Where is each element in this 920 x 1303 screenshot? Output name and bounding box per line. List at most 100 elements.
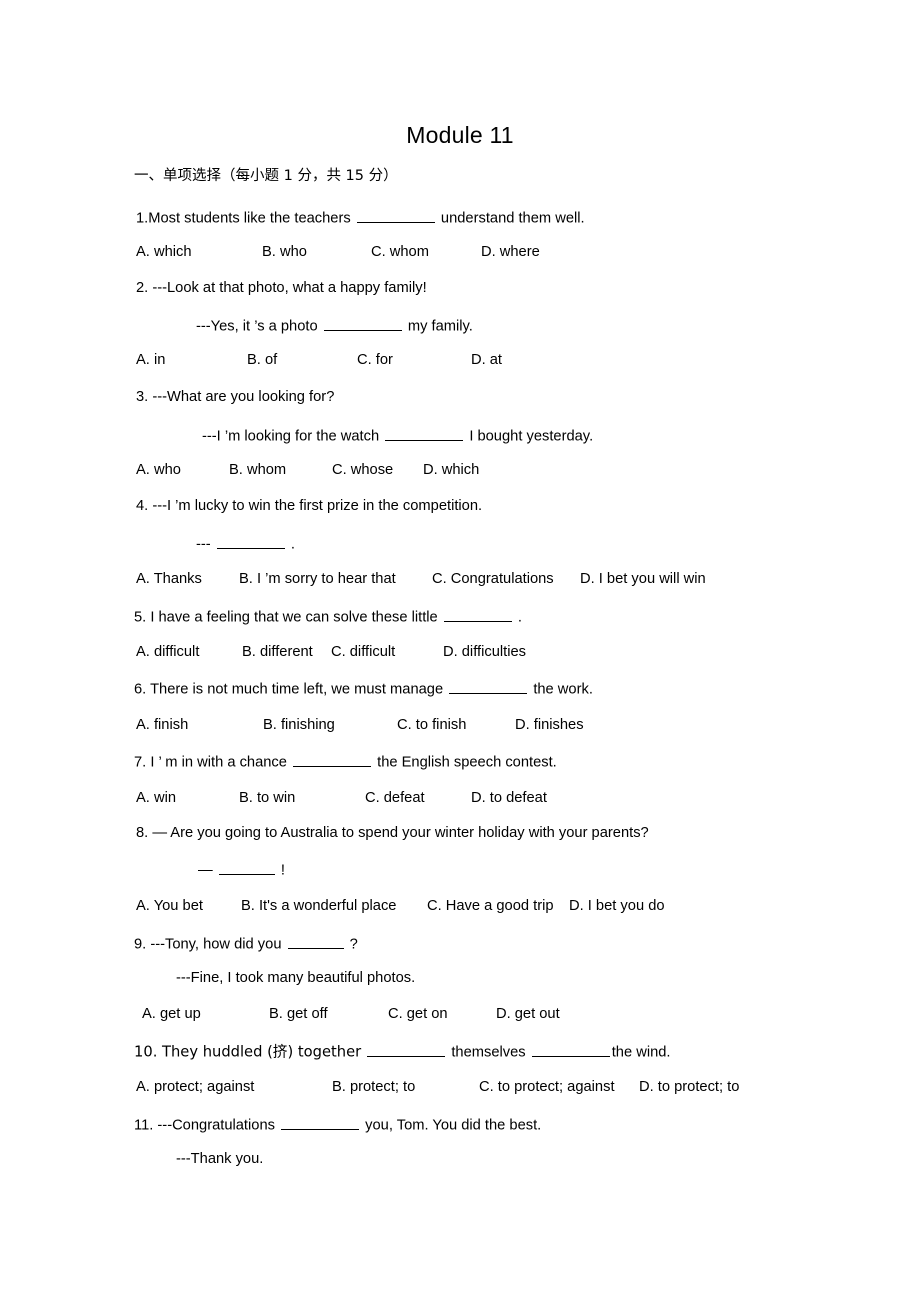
answer-blank[interactable]	[367, 1042, 446, 1057]
question-8-reply-pre: —	[198, 862, 213, 879]
option-b[interactable]: B. to win	[239, 790, 365, 808]
question-2-stem: 2. ---Look at that photo, what a happy f…	[136, 280, 427, 298]
question-8-stem: 8. — Are you going to Australia to spend…	[136, 825, 649, 843]
option-a[interactable]: A. difficult	[136, 644, 242, 662]
question-8-options: A. You bet B. It's a wonderful place C. Ha…	[136, 898, 665, 916]
question-3-stem-pre: 3. ---What are you looking for?	[136, 389, 335, 405]
option-d[interactable]: D. difficulties	[443, 644, 526, 662]
page-title: Module 11	[406, 122, 514, 148]
option-a[interactable]: A. finish	[136, 717, 263, 735]
option-a[interactable]: A. protect; against	[136, 1079, 332, 1097]
question-7-options: A. win B. to win C. defeat D. to defeat	[136, 790, 547, 808]
question-1-stem-pre: 1.Most students like the teachers	[136, 210, 351, 227]
option-d[interactable]: D. where	[481, 244, 540, 262]
option-a[interactable]: A. You bet	[136, 898, 241, 916]
question-5-stem: 5. I have a feeling that we can solve th…	[134, 607, 522, 627]
option-c[interactable]: C. Have a good trip	[427, 898, 569, 916]
question-4-options: A. Thanks B. I ’m sorry to hear that C. Co…	[136, 571, 706, 589]
question-3-reply: ---I ’m looking for the watch I bought y…	[202, 426, 593, 446]
question-11-reply: ---Thank you.	[176, 1151, 263, 1169]
option-d[interactable]: D. get out	[496, 1006, 560, 1024]
option-c[interactable]: C. for	[357, 352, 471, 370]
answer-blank[interactable]	[287, 934, 344, 949]
option-b[interactable]: B. of	[247, 352, 357, 370]
option-a[interactable]: A. Thanks	[136, 571, 239, 589]
option-a[interactable]: A. who	[136, 462, 229, 480]
answer-blank[interactable]	[281, 1115, 360, 1130]
question-9-stem: 9. ---Tony, how did you ?	[134, 934, 358, 954]
option-c[interactable]: C. to protect; against	[479, 1079, 639, 1097]
question-2-reply-post: my family.	[407, 318, 473, 335]
answer-blank[interactable]	[356, 208, 435, 223]
option-c[interactable]: C. get on	[388, 1006, 496, 1024]
option-c[interactable]: C. Congratulations	[432, 571, 580, 589]
option-a[interactable]: A. get up	[142, 1006, 269, 1024]
option-b[interactable]: B. different	[242, 644, 331, 662]
question-10-options: A. protect; against B. protect; to C. to p…	[136, 1079, 739, 1097]
section-heading: 一、单项选择（每小题 1 分，共 15 分）	[134, 164, 398, 185]
option-b[interactable]: B. who	[262, 244, 371, 262]
answer-blank[interactable]	[293, 752, 372, 767]
option-b[interactable]: B. It's a wonderful place	[241, 898, 427, 916]
question-8-stem-pre: 8. — Are you going to Australia to spend…	[136, 825, 649, 841]
question-9-options: A. get up B. get off C. get on D. get out	[142, 1006, 560, 1024]
option-a[interactable]: A. in	[136, 352, 247, 370]
question-4-stem: 4. ---I ’m lucky to win the first prize …	[136, 498, 482, 516]
answer-blank[interactable]	[449, 679, 528, 694]
question-4-reply: --- .	[196, 534, 295, 554]
option-a[interactable]: A. win	[136, 790, 239, 808]
question-3-options: A. who B. whom C. whose D. which	[136, 462, 479, 480]
question-9-stem-pre: 9. ---Tony, how did you	[134, 936, 282, 953]
option-a[interactable]: A. which	[136, 244, 262, 262]
answer-blank[interactable]	[323, 316, 402, 331]
answer-blank[interactable]	[216, 534, 285, 549]
option-b[interactable]: B. protect; to	[332, 1079, 479, 1097]
question-8-reply: — !	[198, 860, 285, 880]
question-9-reply-pre: ---Fine, I took many beautiful photos.	[176, 970, 416, 986]
question-1-stem-post: understand them well.	[440, 210, 585, 227]
question-6-stem-post: the work.	[533, 681, 593, 698]
option-c[interactable]: C. defeat	[365, 790, 471, 808]
question-10-stem-pre: 10. They huddled (挤) together	[134, 1043, 362, 1061]
answer-blank[interactable]	[218, 860, 275, 875]
question-11-stem-pre: 11. ---Congratulations	[134, 1117, 275, 1134]
question-7-stem: 7. I ’ m in with a chance the English sp…	[134, 752, 557, 772]
question-11-stem-post: you, Tom. You did the best.	[365, 1117, 542, 1134]
option-d[interactable]: D. to defeat	[471, 790, 547, 808]
option-c[interactable]: C. to finish	[397, 717, 515, 735]
question-3-reply-post: I bought yesterday.	[469, 428, 594, 445]
answer-blank-2[interactable]	[531, 1042, 610, 1057]
option-d[interactable]: D. to protect; to	[639, 1079, 739, 1097]
answer-blank[interactable]	[443, 607, 512, 622]
question-3-reply-pre: ---I ’m looking for the watch	[202, 428, 380, 445]
answer-blank[interactable]	[385, 426, 464, 441]
question-1-stem: 1.Most students like the teachers unders…	[136, 208, 585, 228]
option-d[interactable]: D. which	[423, 462, 479, 480]
question-5-options: A. difficult B. different C. difficult D. d…	[136, 644, 526, 662]
option-c[interactable]: C. difficult	[331, 644, 443, 662]
option-b[interactable]: B. get off	[269, 1006, 388, 1024]
question-4-reply-pre: ---	[196, 536, 211, 553]
question-11-stem: 11. ---Congratulations you, Tom. You did…	[134, 1115, 541, 1135]
option-c[interactable]: C. whose	[332, 462, 423, 480]
question-9-stem-post: ?	[349, 936, 358, 953]
question-2-stem-pre: 2. ---Look at that photo, what a happy f…	[136, 280, 427, 296]
option-d[interactable]: D. finishes	[515, 717, 584, 735]
option-b[interactable]: B. I ’m sorry to hear that	[239, 571, 432, 589]
question-9-reply: ---Fine, I took many beautiful photos.	[176, 970, 415, 988]
option-d[interactable]: D. at	[471, 352, 502, 370]
option-b[interactable]: B. whom	[229, 462, 332, 480]
question-4-reply-post: .	[290, 536, 295, 553]
question-10-stem-mid: themselves	[451, 1044, 526, 1061]
option-d[interactable]: D. I bet you do	[569, 898, 665, 916]
question-6-stem: 6. There is not much time left, we must …	[134, 679, 593, 699]
option-b[interactable]: B. finishing	[263, 717, 397, 735]
option-d[interactable]: D. I bet you will win	[580, 571, 706, 589]
option-c[interactable]: C. whom	[371, 244, 481, 262]
question-8-reply-post: !	[280, 862, 285, 879]
question-4-stem-pre: 4. ---I ’m lucky to win the first prize …	[136, 498, 483, 514]
question-11-reply-pre: ---Thank you.	[176, 1151, 264, 1167]
question-5-stem-pre: 5. I have a feeling that we can solve th…	[134, 609, 438, 626]
question-6-stem-pre: 6. There is not much time left, we must …	[134, 681, 444, 698]
worksheet-page: Module 11 一、单项选择（每小题 1 分，共 15 分） 1.Most …	[0, 0, 920, 1303]
